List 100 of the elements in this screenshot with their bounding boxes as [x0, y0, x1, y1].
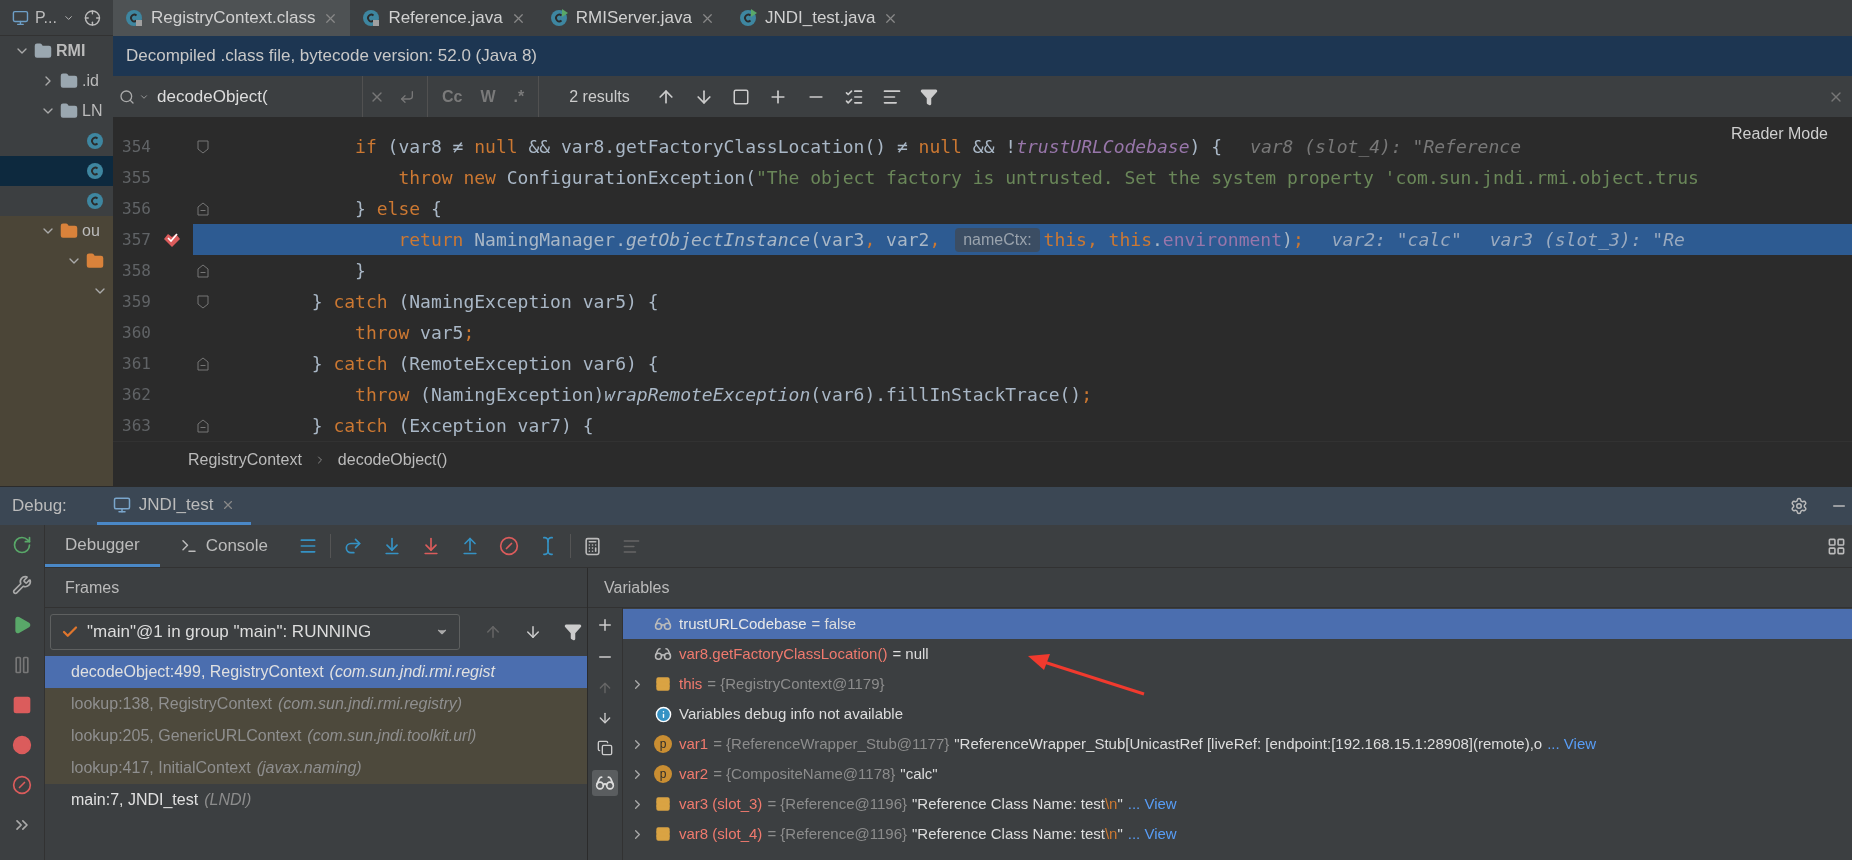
variable-type: = {ReferenceWrapper_Stub@1177}	[713, 733, 950, 754]
frames-header: Frames	[65, 577, 120, 598]
variable-value: "calc"	[900, 763, 938, 784]
session-tab[interactable]: JNDI_test	[96, 487, 252, 525]
down-arrow-icon[interactable]	[524, 623, 542, 641]
fold-marker-icon[interactable]	[197, 201, 209, 216]
search-field[interactable]: decodeObject(	[113, 76, 363, 117]
decompiled-banner: Decompiled .class file, bytecode version: 52.0 (Java 8)	[113, 36, 1852, 76]
variable-type: = {RegistryContext@1179}	[707, 673, 885, 694]
variable-name: var8 (slot_4)	[679, 823, 763, 844]
project-view-dropdown[interactable]: P...	[34, 5, 57, 30]
wrench-icon[interactable]	[12, 575, 32, 595]
filter-icon[interactable]	[919, 87, 938, 106]
frame-row[interactable]: main:7, JNDI_test (LNDI)	[45, 784, 587, 816]
rerun-icon[interactable]	[12, 535, 32, 555]
folder-icon	[60, 222, 78, 240]
variable-name: var3 (slot_3)	[679, 793, 763, 814]
parameter-badge: p	[654, 765, 672, 783]
window-icon	[12, 8, 29, 27]
line-number: 363	[121, 414, 151, 437]
view-link[interactable]: ... View	[1127, 792, 1177, 816]
thread-dropdown[interactable]: "main"@1 in group "main": RUNNING	[50, 614, 460, 650]
newline-icon[interactable]	[399, 88, 415, 105]
line-number: 358	[121, 259, 151, 282]
editor-tab[interactable]: Reference.java	[350, 0, 538, 36]
line-number: 354	[121, 135, 151, 158]
code-text: } catch (NamingException var5) {	[310, 290, 659, 314]
debugger-tab[interactable]: Console	[159, 525, 289, 567]
breadcrumb-item[interactable]: decodeObject()	[337, 448, 448, 472]
frame-row[interactable]: lookup:417, InitialContext (javax.naming)	[45, 752, 587, 784]
breakpoints-icon[interactable]	[12, 735, 32, 755]
drop-frame-icon[interactable]	[499, 536, 520, 556]
calculator-icon[interactable]	[583, 536, 603, 556]
tree-row-highlight[interactable]	[0, 156, 113, 186]
variable-value: = false	[811, 613, 857, 634]
folder-icon	[34, 42, 52, 60]
parameter-badge: p	[654, 735, 672, 753]
line-number: 357	[121, 228, 151, 251]
selected-row-highlight[interactable]: trustURLCodebase = false	[623, 609, 1852, 639]
copy-icon[interactable]	[597, 740, 613, 756]
tree-item-label[interactable]: LN	[82, 99, 103, 123]
fold-marker-icon[interactable]	[197, 356, 209, 371]
frame-row[interactable]: decodeObject:499, RegistryContext (com.sun.jndi.rmi.regist	[45, 656, 587, 688]
variables-header: Variables	[604, 577, 670, 598]
filter-icon[interactable]	[564, 623, 582, 641]
editor-tab[interactable]: RegistryContext.class	[113, 0, 351, 36]
settings-icon[interactable]	[1790, 497, 1808, 515]
fold-marker-icon[interactable]	[197, 139, 209, 154]
variable-type: = {Reference@1196}	[767, 793, 907, 814]
tree-item-label[interactable]: .id	[82, 69, 99, 93]
class-file-icon	[86, 132, 104, 150]
stop-icon[interactable]	[12, 695, 32, 715]
frame-row[interactable]: lookup:138, RegistryContext (com.sun.jndi.rmi.registry)	[45, 688, 587, 720]
view-link[interactable]: ... View	[1547, 732, 1597, 756]
down-arrow-icon[interactable]	[597, 710, 613, 726]
view-link[interactable]: ... View	[1127, 822, 1177, 846]
editor-tab[interactable]: JNDI_test.java	[726, 0, 911, 36]
debugger-tab[interactable]: Debugger	[45, 525, 160, 567]
java-file-icon	[125, 9, 143, 27]
editor-tab[interactable]: RMIServer.java	[537, 0, 727, 36]
variable-value: "Reference Class Name: test\n"	[912, 793, 1123, 814]
layout-icon[interactable]	[1827, 536, 1846, 556]
breadcrumb-item[interactable]: RegistryContext	[188, 448, 302, 472]
fold-marker-icon[interactable]	[197, 294, 209, 309]
variable-name: this	[679, 673, 703, 694]
folder-icon	[60, 102, 78, 120]
code-text: throw new ConfigurationException("The object factory is untrusted. Set the system property 'com.sun.jndi.rmi.object.trus	[397, 166, 1699, 190]
variable-value: "ReferenceWrapper_Stub[UnicastRef [liveRef: [endpoint:[192.168.15.1:28908](remote),o	[954, 733, 1543, 754]
code-text: }	[354, 259, 366, 283]
tree-item-label[interactable]: ou	[82, 219, 100, 243]
variable-name: var8.getFactoryClassLocation()	[679, 643, 888, 664]
variable-name: trustURLCodebase	[679, 613, 807, 634]
square-icon[interactable]	[731, 87, 750, 106]
java-file-icon	[362, 9, 381, 27]
java-file-icon	[738, 9, 757, 27]
code-text: } else {	[354, 197, 442, 221]
code-text: throw (NamingException)wrapRemoteException(var6).fillInStackTrace();	[354, 383, 1092, 407]
code-text: throw var5;	[354, 321, 475, 345]
crosshair-icon[interactable]	[84, 8, 101, 27]
glasses-icon[interactable]	[592, 770, 618, 796]
fold-marker-icon[interactable]	[197, 418, 209, 433]
line-number: 355	[121, 166, 151, 189]
add-icon[interactable]	[596, 616, 614, 634]
pause-icon[interactable]	[12, 655, 32, 675]
terminal-icon	[179, 537, 198, 555]
inline-value-hint: var2: "calc"	[1331, 228, 1462, 252]
variable-value: = null	[892, 643, 929, 664]
debug-label: Debug:	[12, 495, 67, 518]
resume-icon[interactable]	[12, 615, 32, 635]
variable-type: = {Reference@1196}	[767, 823, 907, 844]
variable-name: var1	[679, 733, 709, 754]
mute-breakpoints-icon[interactable]	[12, 775, 32, 795]
breakpoint-icon[interactable]	[163, 231, 181, 248]
variable-name: var2	[679, 763, 709, 784]
step-over-icon[interactable]	[343, 536, 364, 556]
fold-marker-icon[interactable]	[197, 263, 209, 278]
info-message: Variables debug info not available	[679, 703, 904, 724]
inline-value-hint: var8 (slot_4): "Reference	[1250, 135, 1521, 159]
variable-value: "Reference Class Name: test\n"	[912, 823, 1123, 844]
frame-row[interactable]: lookup:205, GenericURLContext (com.sun.jndi.toolkit.url)	[45, 720, 587, 752]
